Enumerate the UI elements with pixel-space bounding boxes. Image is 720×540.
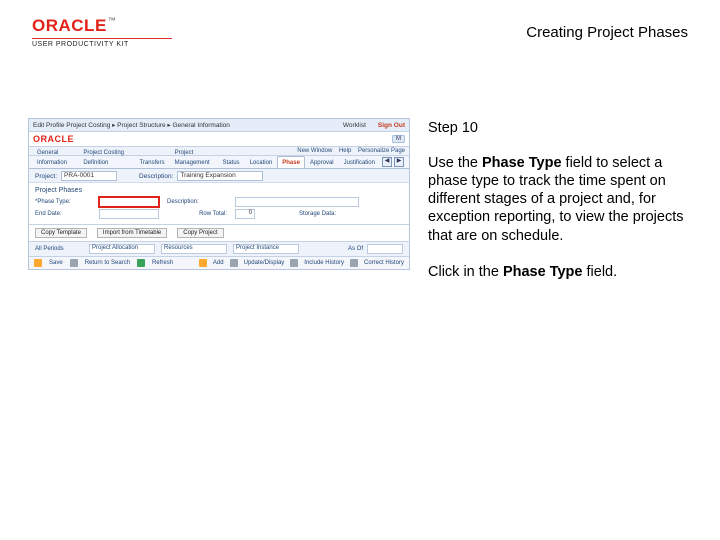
row-total-value: 0 — [235, 209, 255, 219]
tab-approval[interactable]: Approval — [305, 156, 339, 168]
tab-scroll-right-icon[interactable]: ▶ — [394, 157, 404, 167]
project-label: Project: — [35, 173, 57, 180]
instruction-text: field. — [582, 264, 617, 280]
tab-phase[interactable]: Phase — [277, 156, 305, 168]
update-display-link[interactable]: Update/Display — [244, 260, 285, 266]
correct-history-link[interactable]: Correct History — [364, 260, 404, 266]
instruction-panel: Step 10 Use the Phase Type field to sele… — [428, 118, 688, 299]
project-phases-section: Project Phases *Phase Type: Description:… — [29, 183, 409, 225]
end-date-field[interactable] — [99, 209, 159, 219]
phase-type-label: *Phase Type: — [35, 199, 91, 205]
project-phases-title: Project Phases — [35, 186, 403, 197]
brand-name: ORACLE — [32, 16, 107, 35]
return-to-search-link[interactable]: Return to Search — [85, 260, 130, 266]
screenshot-subbar-item[interactable]: Personalize Page — [358, 148, 405, 154]
update-display-icon[interactable] — [230, 259, 238, 267]
screenshot-subbar-item[interactable]: Help — [339, 148, 351, 154]
description-label: Description: — [139, 173, 173, 180]
refresh-link[interactable]: Refresh — [152, 260, 173, 266]
screenshot-brand: ORACLE — [33, 134, 74, 144]
instruction-bold: Phase Type — [482, 155, 562, 171]
instruction-text: Use the — [428, 155, 482, 171]
tab-project-costing-definition[interactable]: Project Costing Definition — [78, 146, 134, 168]
storage-data-label: Storage Data: — [299, 211, 359, 217]
add-link[interactable]: Add — [213, 260, 224, 266]
brand-tagline: USER PRODUCTIVITY KIT — [32, 41, 172, 48]
all-periods-row: All Periods Project Allocation Resources… — [29, 242, 409, 257]
screenshot-subbar-item[interactable]: New Window — [297, 148, 332, 154]
screenshot-signout-link[interactable]: Sign Out — [378, 122, 405, 129]
include-history-link[interactable]: Include History — [304, 260, 344, 266]
screenshot-brand-row: ORACLE M — [29, 132, 409, 147]
project-id-value: PRA-0001 — [61, 171, 117, 181]
as-of-field[interactable] — [367, 244, 403, 254]
copy-template-button[interactable]: Copy Template — [35, 228, 87, 238]
doc-title: Creating Project Phases — [526, 24, 688, 41]
import-from-timetable-button[interactable]: Import from Timetable — [97, 228, 167, 238]
resources-field[interactable]: Resources — [161, 244, 227, 254]
brand-tm: ™ — [108, 16, 116, 25]
phase-description-label: Description: — [167, 199, 227, 205]
phase-type-field[interactable] — [99, 197, 159, 207]
screenshot-titlebar-path: Edit Profile Project Costing ▸ Project S… — [33, 121, 337, 129]
screenshot-footer: Save Return to Search Refresh Add Update… — [29, 257, 409, 269]
phase-buttons-row: Copy Template Import from Timetable Copy… — [29, 225, 409, 242]
tab-scroll-left-icon[interactable]: ◀ — [382, 157, 392, 167]
instruction-text: Click in the — [428, 264, 503, 280]
project-instance-field[interactable]: Project Instance — [233, 244, 299, 254]
add-icon[interactable] — [199, 259, 207, 267]
refresh-icon[interactable] — [137, 259, 145, 267]
end-date-label: End Date: — [35, 211, 91, 217]
all-periods-label: All Periods — [35, 246, 83, 252]
screenshot-titlebar-right: Worklist — [343, 122, 366, 129]
copy-project-button[interactable]: Copy Project — [177, 228, 223, 238]
include-history-icon[interactable] — [290, 259, 298, 267]
project-allocation-field[interactable]: Project Allocation — [89, 244, 155, 254]
screenshot-pill: M — [392, 135, 405, 143]
return-icon[interactable] — [70, 259, 78, 267]
tab-status[interactable]: Status — [218, 156, 245, 168]
brand-rule — [32, 38, 172, 39]
instruction-bold: Phase Type — [503, 264, 583, 280]
correct-history-icon[interactable] — [350, 259, 358, 267]
tab-justification[interactable]: Justification — [339, 156, 380, 168]
screenshot: Edit Profile Project Costing ▸ Project S… — [28, 118, 410, 270]
phase-description-field[interactable] — [235, 197, 359, 207]
tab-transfers[interactable]: Transfers — [134, 156, 169, 168]
tab-strip: General Information Project Costing Defi… — [29, 156, 409, 169]
instruction-paragraph-2: Click in the Phase Type field. — [428, 263, 688, 281]
row-total-label: Row Total: — [167, 211, 227, 217]
tab-location[interactable]: Location — [245, 156, 278, 168]
step-heading: Step 10 — [428, 120, 688, 136]
description-value: Training Expansion — [177, 171, 263, 181]
brand-block: ORACLE™ USER PRODUCTIVITY KIT — [32, 16, 172, 48]
save-link[interactable]: Save — [49, 260, 63, 266]
screenshot-titlebar: Edit Profile Project Costing ▸ Project S… — [29, 119, 409, 132]
tab-general-information[interactable]: General Information — [32, 146, 78, 168]
tab-project-management[interactable]: Project Management — [170, 146, 218, 168]
as-of-label: As Of — [348, 246, 363, 252]
project-row: Project: PRA-0001 Description: Training … — [29, 169, 409, 183]
instruction-paragraph-1: Use the Phase Type field to select a pha… — [428, 154, 688, 245]
save-icon[interactable] — [34, 259, 42, 267]
